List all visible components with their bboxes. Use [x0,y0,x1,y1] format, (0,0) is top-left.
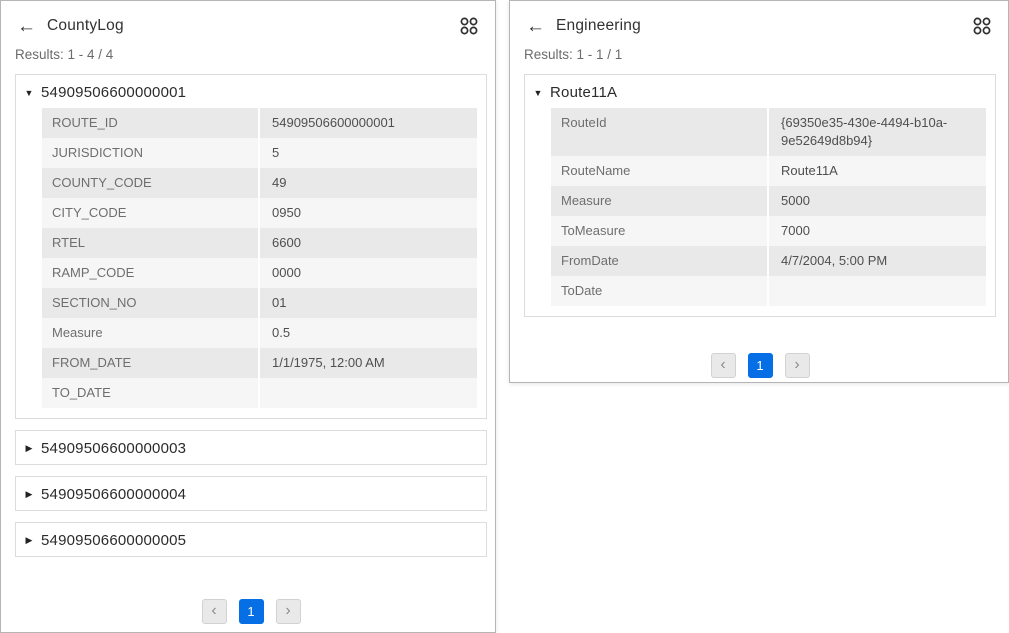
attribute-label: Measure [551,186,769,216]
attribute-row: CITY_CODE 0950 [42,198,477,228]
attribute-row: ToDate [551,276,986,306]
attribute-value: 6600 [260,228,477,258]
attribute-row: SECTION_NO 01 [42,288,477,318]
panel-header: ← CountyLog [1,1,495,36]
attribute-value: 1/1/1975, 12:00 AM [260,348,477,378]
apps-icon[interactable] [972,16,992,36]
feature-header[interactable]: ▶ 54909506600000005 [16,523,486,556]
feature-card-collapsed: ▶ 54909506600000005 [15,522,487,557]
attribute-row: FROM_DATE 1/1/1975, 12:00 AM [42,348,477,378]
caret-right-icon: ▶ [24,443,34,454]
panel-header: ← Engineering [510,1,1008,36]
attribute-label: RAMP_CODE [42,258,260,288]
page-number: 1 [756,358,763,373]
attribute-value: {69350e35-430e-4494-b10a-9e52649d8b94} [769,108,986,156]
attribute-row: ROUTE_ID 54909506600000001 [42,108,477,138]
attribute-label: RTEL [42,228,260,258]
attribute-table: RouteId {69350e35-430e-4494-b10a-9e52649… [551,108,986,306]
results-count: Results: 1 - 4 / 4 [1,36,495,62]
feature-card-expanded: ▼ 54909506600000001 ROUTE_ID 54909506600… [15,74,487,419]
feature-card-expanded: ▼ Route11A RouteId {69350e35-430e-4494-b… [524,74,996,317]
attribute-label: ToDate [551,276,769,306]
attribute-row: Measure 0.5 [42,318,477,348]
attribute-label: FromDate [551,246,769,276]
attribute-row: RAMP_CODE 0000 [42,258,477,288]
attribute-label: ToMeasure [551,216,769,246]
caret-right-icon: ▶ [24,489,34,500]
attribute-label: TO_DATE [42,378,260,408]
chevron-right-icon: › [285,603,290,619]
chevron-left-icon: ‹ [720,357,725,373]
chevron-left-icon: ‹ [211,603,216,619]
attribute-label: RouteName [551,156,769,186]
feature-title: Route11A [550,84,617,101]
attribute-row: COUNTY_CODE 49 [42,168,477,198]
back-button[interactable]: ← [17,17,36,36]
page-number: 1 [247,604,254,619]
feature-title: 54909506600000003 [41,440,186,457]
attribute-row: FromDate 4/7/2004, 5:00 PM [551,246,986,276]
attribute-value: 01 [260,288,477,318]
feature-header[interactable]: ▼ 54909506600000001 [16,75,486,108]
back-button[interactable]: ← [526,17,545,36]
attribute-value: 54909506600000001 [260,108,477,138]
attribute-table: ROUTE_ID 54909506600000001 JURISDICTION … [42,108,477,408]
attribute-row: RouteName Route11A [551,156,986,186]
attribute-value: 0000 [260,258,477,288]
engineering-panel: ← Engineering Results: 1 - 1 / 1 ▼ Route… [509,0,1009,383]
previous-page-button[interactable]: ‹ [202,599,227,624]
attribute-label: FROM_DATE [42,348,260,378]
attribute-value: Route11A [769,156,986,186]
caret-down-icon: ▼ [533,88,543,98]
results-count: Results: 1 - 1 / 1 [510,36,1008,62]
attribute-value: 7000 [769,216,986,246]
attribute-row: RTEL 6600 [42,228,477,258]
current-page-button[interactable]: 1 [239,599,264,624]
feature-title: 54909506600000004 [41,486,186,503]
attribute-value: 5 [260,138,477,168]
feature-list: ▼ 54909506600000001 ROUTE_ID 54909506600… [1,62,495,624]
attribute-label: Measure [42,318,260,348]
next-page-button[interactable]: › [785,353,810,378]
attribute-row: TO_DATE [42,378,477,408]
attribute-value: 0.5 [260,318,477,348]
attribute-label: COUNTY_CODE [42,168,260,198]
previous-page-button[interactable]: ‹ [711,353,736,378]
panel-title: CountyLog [47,17,124,35]
attribute-label: JURISDICTION [42,138,260,168]
attribute-label: SECTION_NO [42,288,260,318]
attribute-value [769,276,986,306]
feature-title: 54909506600000001 [41,84,186,101]
feature-list: ▼ Route11A RouteId {69350e35-430e-4494-b… [510,62,1008,378]
attribute-value: 0950 [260,198,477,228]
caret-right-icon: ▶ [24,535,34,546]
current-page-button[interactable]: 1 [748,353,773,378]
feature-card-collapsed: ▶ 54909506600000003 [15,430,487,465]
countylog-panel: ← CountyLog Results: 1 - 4 / 4 ▼ 5490950… [0,0,496,633]
feature-card-collapsed: ▶ 54909506600000004 [15,476,487,511]
attribute-row: RouteId {69350e35-430e-4494-b10a-9e52649… [551,108,986,156]
apps-icon[interactable] [459,16,479,36]
attribute-value: 49 [260,168,477,198]
attribute-value: 5000 [769,186,986,216]
attribute-row: JURISDICTION 5 [42,138,477,168]
attribute-row: Measure 5000 [551,186,986,216]
attribute-label: ROUTE_ID [42,108,260,138]
feature-header[interactable]: ▶ 54909506600000003 [16,431,486,464]
pagination: ‹ 1 › [15,599,487,624]
feature-title: 54909506600000005 [41,532,186,549]
feature-header[interactable]: ▼ Route11A [525,75,995,108]
caret-down-icon: ▼ [24,88,34,98]
attribute-value [260,378,477,408]
panel-title: Engineering [556,17,641,35]
attribute-label: CITY_CODE [42,198,260,228]
next-page-button[interactable]: › [276,599,301,624]
feature-header[interactable]: ▶ 54909506600000004 [16,477,486,510]
attribute-label: RouteId [551,108,769,156]
attribute-value: 4/7/2004, 5:00 PM [769,246,986,276]
attribute-row: ToMeasure 7000 [551,216,986,246]
pagination: ‹ 1 › [524,353,996,378]
chevron-right-icon: › [794,357,799,373]
